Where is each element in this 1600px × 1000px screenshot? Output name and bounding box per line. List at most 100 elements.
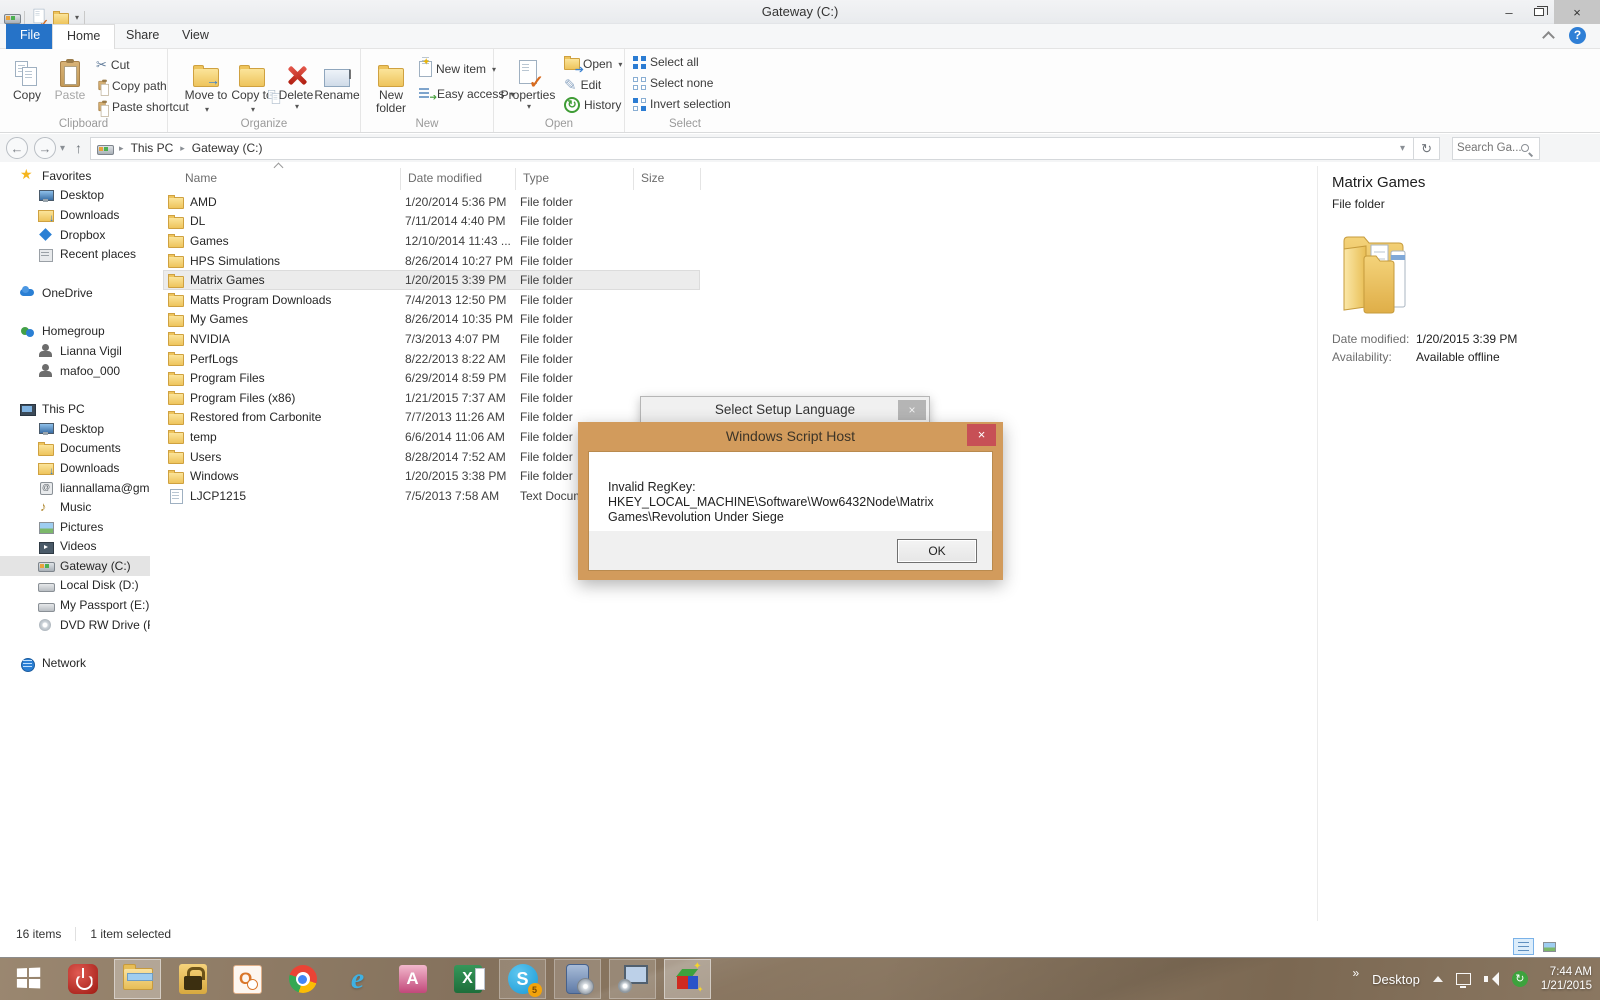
column-type[interactable]: Type [523,171,549,185]
rename-button[interactable]: Rename [314,53,360,102]
up-button[interactable]: ↑ [75,140,82,156]
excel[interactable]: X [444,959,491,999]
select-none-button[interactable]: Select none [633,76,713,90]
new-item-button[interactable]: New item▾ [419,61,496,77]
tab-home[interactable]: Home [52,24,115,49]
delete-button[interactable]: Delete ▾ [276,53,316,111]
tab-file[interactable]: File [6,24,54,49]
sidebar-item-desktop[interactable]: Desktop [0,419,150,439]
copy-button[interactable]: Copy [6,53,48,102]
power-app[interactable] [59,959,106,999]
file-row[interactable]: Matts Program Downloads7/4/2013 12:50 PM… [163,290,700,310]
sidebar-item-desktop[interactable]: Desktop [0,186,150,206]
sidebar-item-mafoo-000[interactable]: mafoo_000 [0,361,150,381]
access[interactable]: A [389,959,436,999]
sidebar-item-videos[interactable]: Videos [0,537,150,557]
breadcrumb[interactable]: ▸ This PC ▸ Gateway (C:) ▾ [90,137,1414,160]
file-row[interactable]: PerfLogs8/22/2013 8:22 AMFile folder [163,349,700,369]
open-button[interactable]: Open▾ [564,55,622,73]
internet-explorer[interactable]: e [334,959,381,999]
history-button[interactable]: ↻History [564,97,621,113]
file-row[interactable]: DL7/11/2014 4:40 PMFile folder [163,212,700,232]
dialog-close-icon[interactable]: × [967,424,996,446]
sidebar-item-homegroup[interactable]: Homegroup [0,322,150,342]
column-size[interactable]: Size [641,171,664,185]
sidebar-item-onedrive[interactable]: OneDrive [0,283,150,303]
chrome[interactable] [279,959,326,999]
file-row[interactable]: Program Files6/29/2014 8:59 PMFile folde… [163,368,700,388]
sidebar-item-dropbox[interactable]: Dropbox [0,225,150,245]
copy-path-button[interactable]: Copy path [96,78,167,93]
file-row[interactable]: Program Files (x86)1/21/2015 7:37 AMFile… [163,388,700,408]
file-row[interactable]: AMD1/20/2014 5:36 PMFile folder [163,192,700,212]
skype[interactable]: S [499,959,546,999]
properties-button[interactable]: Properties ▾ [500,53,556,111]
onedrive-icon [20,285,35,300]
copy-to-button[interactable]: Copy to ▾ [230,53,274,116]
sync-icon[interactable]: ↻ [1512,971,1528,987]
edit-button[interactable]: ✎Edit [564,76,601,94]
paste-button[interactable]: Paste [50,53,90,102]
start-button[interactable] [4,959,51,999]
desktop-chevron-icon[interactable]: » [1352,966,1359,980]
tab-view[interactable]: View [168,24,223,49]
show-hidden-icons-icon[interactable] [1433,976,1443,982]
refresh-button[interactable]: ↻ [1414,137,1440,160]
search-input[interactable] [1457,142,1521,154]
sidebar-item-my-passport-e-[interactable]: My Passport (E:) [0,595,150,615]
sidebar-item-documents[interactable]: Documents [0,439,150,459]
select-all-button[interactable]: Select all [633,55,699,69]
recent-pages-dropdown-icon[interactable]: ▾ [60,143,65,154]
sidebar-item-lianna-vigil[interactable]: Lianna Vigil [0,341,150,361]
sidebar-item-dvd-rw-drive-f-ja[interactable]: DVD RW Drive (F:) Ja [0,615,150,635]
ok-button[interactable]: OK [897,539,977,563]
sidebar-item-downloads[interactable]: Downloads [0,458,150,478]
close-button[interactable]: × [1554,0,1600,24]
file-row[interactable]: NVIDIA7/3/2013 4:07 PMFile folder [163,329,700,349]
tab-share[interactable]: Share [112,24,173,49]
installer-app[interactable] [609,959,656,999]
minimize-button[interactable]: – [1494,0,1524,24]
restore-button[interactable] [1524,0,1554,24]
file-row[interactable]: HPS Simulations8/26/2014 10:27 PMFile fo… [163,251,700,271]
new-folder-button[interactable]: New folder [369,53,413,115]
address-dropdown-icon[interactable]: ▾ [1392,143,1413,154]
sidebar-item-music[interactable]: Music [0,497,150,517]
sidebar-item-downloads[interactable]: Downloads [0,205,150,225]
sidebar-item-pictures[interactable]: Pictures [0,517,150,537]
file-row[interactable]: Games12/10/2014 11:43 ...File folder [163,231,700,251]
cut-button[interactable]: ✂Cut [96,57,130,73]
outlook[interactable] [224,959,271,999]
setup-cube-app[interactable] [664,959,711,999]
sidebar-item-local-disk-d-[interactable]: Local Disk (D:) [0,576,150,596]
file-row[interactable]: Matrix Games1/20/2015 3:39 PMFile folder [163,270,700,290]
column-name[interactable]: Name [185,171,217,185]
file-explorer[interactable] [114,959,161,999]
sidebar-item-favorites[interactable]: Favorites [0,166,150,186]
media-device-app[interactable] [554,959,601,999]
column-date[interactable]: Date modified [408,171,482,185]
dialog-close-icon[interactable]: × [898,400,926,420]
file-row[interactable]: My Games8/26/2014 10:35 PMFile folder [163,310,700,330]
sidebar-item-this-pc[interactable]: This PC [0,399,150,419]
forward-button[interactable]: → [34,137,56,159]
back-button[interactable]: ← [6,137,28,159]
collapse-ribbon-icon[interactable] [1542,31,1555,44]
sidebar-item-gateway-c-[interactable]: Gateway (C:) [0,556,150,576]
crumb-gateway-c[interactable]: Gateway (C:) [192,141,263,155]
invert-selection-button[interactable]: Invert selection [633,97,731,111]
desktop-label[interactable]: Desktop [1372,972,1420,987]
sidebar-item-liannallama-gmail-[interactable]: liannallama@gmail. [0,478,150,498]
sidebar-item-network[interactable]: Network [0,653,150,673]
crumb-this-pc[interactable]: This PC [131,141,174,155]
lock-app[interactable] [169,959,216,999]
help-icon[interactable]: ? [1569,27,1586,44]
network-tray-icon[interactable] [1456,973,1471,985]
details-view-toggle[interactable] [1513,938,1534,955]
thumbnails-view-toggle[interactable] [1539,938,1560,955]
sidebar-item-recent-places[interactable]: Recent places [0,244,150,264]
volume-icon[interactable] [1484,972,1499,986]
clock[interactable]: 7:44 AM 1/21/2015 [1541,965,1592,993]
search-icon[interactable] [1521,144,1529,152]
move-to-button[interactable]: → Move to ▾ [184,53,228,116]
